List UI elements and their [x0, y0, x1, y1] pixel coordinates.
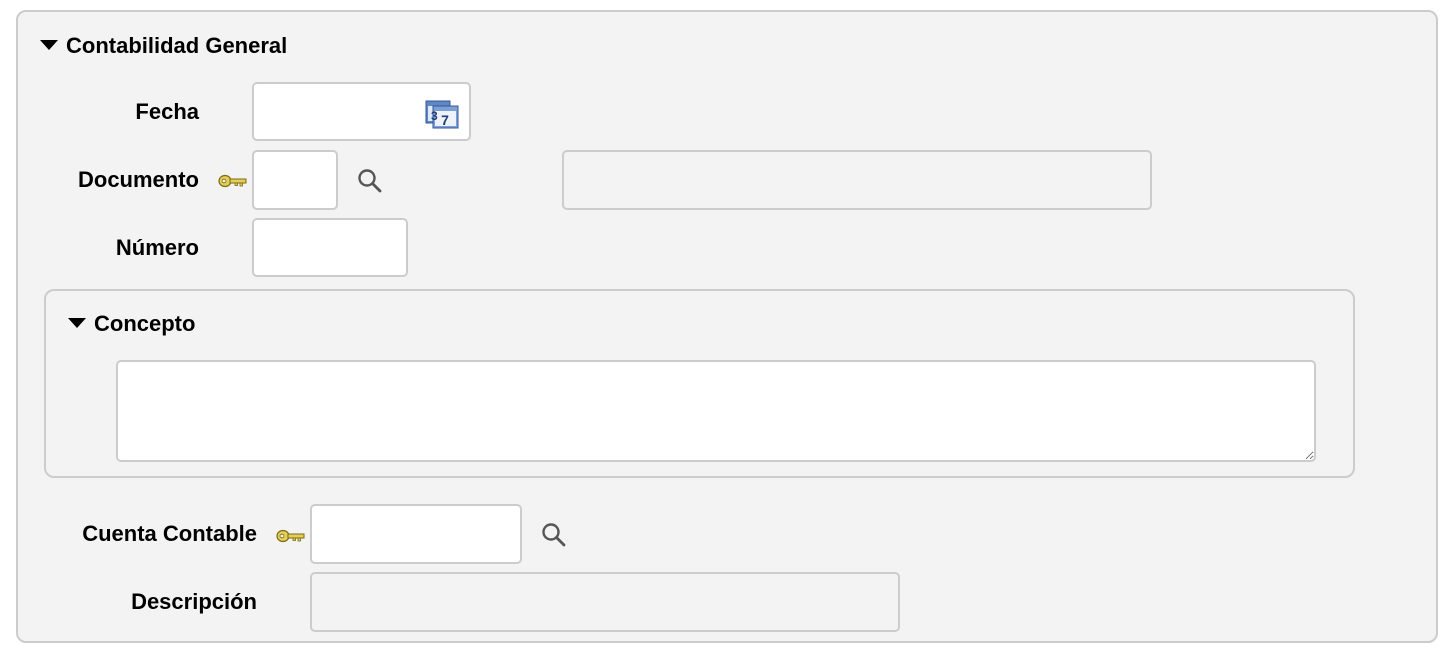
documento-label: Documento [78, 167, 199, 192]
descripcion-label: Descripción [131, 589, 257, 614]
collapse-triangle-icon [40, 40, 58, 51]
svg-text:7: 7 [441, 112, 449, 128]
search-icon[interactable] [357, 168, 383, 194]
contabilidad-general-title: Contabilidad General [66, 33, 288, 58]
fecha-label: Fecha [135, 99, 199, 124]
key-icon [218, 174, 247, 188]
documento-input[interactable] [252, 150, 338, 210]
collapse-triangle-icon [68, 318, 86, 329]
contabilidad-general-header[interactable]: Contabilidad General [40, 33, 287, 59]
descripcion-field [310, 572, 900, 632]
search-icon[interactable] [541, 522, 567, 548]
concepto-textarea[interactable] [116, 360, 1316, 462]
cuenta-contable-label: Cuenta Contable [82, 521, 257, 546]
documento-description-field [562, 150, 1152, 210]
calendar-icon[interactable]: 7 3 [425, 98, 459, 130]
key-icon [276, 529, 305, 543]
numero-input[interactable] [252, 218, 408, 277]
concepto-header[interactable]: Concepto [68, 311, 195, 337]
svg-text:3: 3 [431, 109, 438, 123]
numero-label: Número [115, 235, 199, 260]
concepto-title: Concepto [94, 311, 196, 336]
cuenta-contable-input[interactable] [310, 504, 522, 564]
